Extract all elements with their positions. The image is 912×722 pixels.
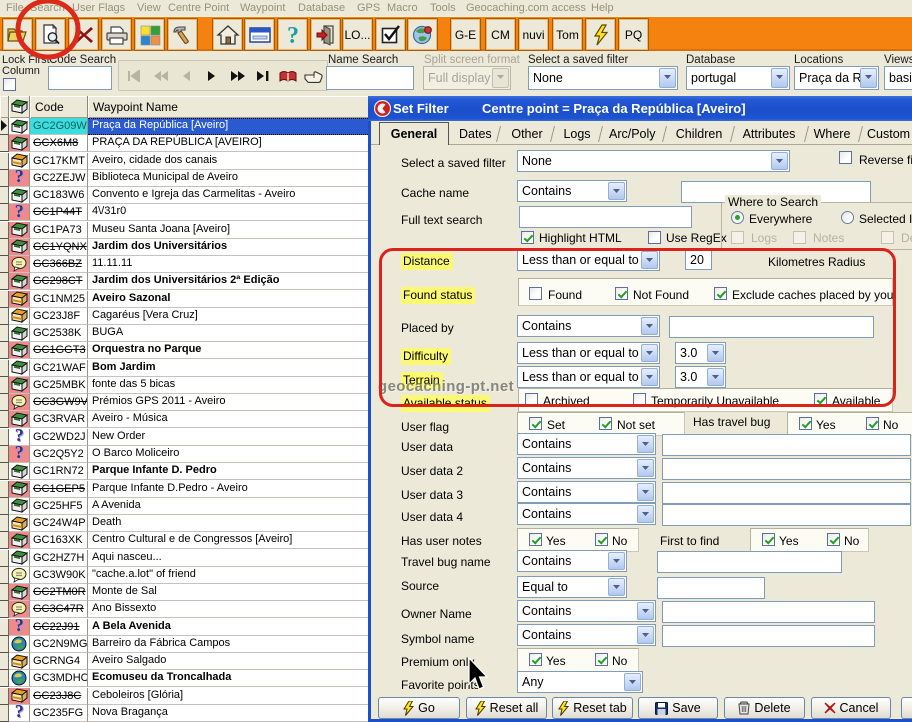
svg-text:?: ? bbox=[14, 204, 23, 221]
svg-text:?: ? bbox=[14, 169, 23, 186]
svg-text:?: ? bbox=[287, 23, 299, 47]
svg-text:?: ? bbox=[14, 445, 23, 462]
svg-text:?: ? bbox=[14, 618, 23, 635]
svg-text:?: ? bbox=[14, 704, 23, 721]
svg-text:?: ? bbox=[14, 428, 23, 445]
